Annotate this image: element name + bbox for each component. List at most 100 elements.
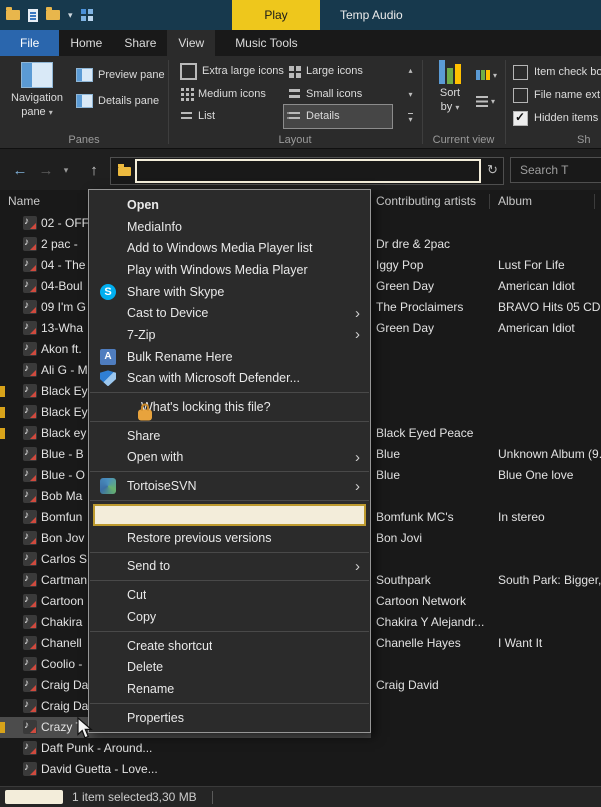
gallery-down-button[interactable]: ▾ xyxy=(403,84,418,104)
ribbon-group-current-view: Sortby ▾ ▾ ▾ Current view xyxy=(422,56,505,148)
details-pane-label: Details pane xyxy=(98,95,159,107)
gallery-more-button[interactable]: ▾ xyxy=(403,108,418,128)
row-marker xyxy=(0,407,5,418)
layout-gallery-scroll: ▴ ▾ ▾ xyxy=(403,60,418,128)
tab-file[interactable]: File xyxy=(0,30,59,56)
menu-item-what-s-locking-this-file[interactable]: What's locking this file? xyxy=(89,396,370,418)
checkbox-hidden-items[interactable]: Hidden items xyxy=(513,110,598,126)
properties-icon[interactable] xyxy=(28,9,38,22)
column-header-contributing-artists[interactable]: Contributing artists xyxy=(376,194,476,208)
chevron-down-icon: ▾ xyxy=(491,97,495,106)
menu-item-properties[interactable]: Properties xyxy=(89,707,370,729)
music-file-icon: ♪ xyxy=(23,342,37,356)
tab-music-tools[interactable]: Music Tools xyxy=(223,30,309,56)
menu-separator xyxy=(90,421,369,422)
qat-customize-chevron-icon[interactable]: ▾ xyxy=(68,10,73,21)
menu-item-7-zip[interactable]: 7-Zip› xyxy=(89,324,370,346)
column-divider[interactable] xyxy=(489,194,490,209)
add-columns-button[interactable]: ▾ xyxy=(476,90,503,112)
ribbon-group-label: Panes xyxy=(0,134,168,146)
recent-locations-dropdown[interactable]: ▾ xyxy=(58,149,74,191)
play-contextual-tab-header[interactable]: Play xyxy=(232,0,320,30)
menu-item-label: Restore previous versions xyxy=(127,531,272,545)
preview-pane-label: Preview pane xyxy=(98,69,165,81)
layout-option-medium-icons[interactable]: Medium icons xyxy=(176,83,284,106)
qat-grid-icon[interactable] xyxy=(81,9,93,21)
layout-option-large-icons[interactable]: Large icons xyxy=(284,60,392,83)
layout-option-label: Extra large icons xyxy=(202,65,284,77)
checkbox-box[interactable] xyxy=(513,65,528,80)
explorer-folder-icon[interactable] xyxy=(6,10,20,20)
search-box[interactable]: Search T xyxy=(510,157,601,183)
music-file-icon: ♪ xyxy=(23,321,37,335)
music-file-icon: ♪ xyxy=(23,699,37,713)
menu-item-label: Share xyxy=(127,429,160,443)
contributing-artists: Black Eyed Peace xyxy=(376,426,494,440)
file-row-daft-punk-around[interactable]: ♪Daft Punk - Around... xyxy=(0,738,601,759)
column-header-album[interactable]: Album xyxy=(498,194,532,208)
selection-size: 3,30 MB xyxy=(152,790,197,804)
music-file-icon: ♪ xyxy=(23,678,37,692)
gallery-up-button[interactable]: ▴ xyxy=(403,60,418,80)
menu-item-open[interactable]: Open xyxy=(89,194,370,216)
layout-option-extra-large-icons[interactable]: Extra large icons xyxy=(176,60,284,83)
menu-item-mediainfo[interactable]: MediaInfo xyxy=(89,216,370,238)
menu-item-share-with-skype[interactable]: SShare with Skype xyxy=(89,281,370,303)
tab-view[interactable]: View xyxy=(167,30,215,56)
menu-item-label: Scan with Microsoft Defender... xyxy=(127,371,300,385)
file-row-david-guetta-love[interactable]: ♪David Guetta - Love... xyxy=(0,759,601,780)
contributing-artists: Southpark xyxy=(376,573,494,587)
column-header-name[interactable]: Name xyxy=(8,194,40,208)
layout-option-small-icons[interactable]: Small icons xyxy=(284,83,392,106)
back-button[interactable]: ← xyxy=(8,149,32,191)
music-file-icon: ♪ xyxy=(23,447,37,461)
menu-item-cast-to-device[interactable]: Cast to Device› xyxy=(89,302,370,324)
navigation-pane-button[interactable]: Navigationpane ▾ xyxy=(8,60,66,126)
sort-by-button[interactable]: Sortby ▾ xyxy=(428,60,472,126)
forward-button[interactable]: → xyxy=(34,149,58,191)
layout-option-list[interactable]: List xyxy=(176,105,284,128)
checkbox-label: File name ext xyxy=(534,89,600,101)
menu-item-delete[interactable]: Delete xyxy=(89,656,370,678)
music-file-icon: ♪ xyxy=(23,300,37,314)
chevron-down-icon: ▾ xyxy=(455,103,459,112)
menu-item-play-with-windows-media-player[interactable]: Play with Windows Media Player xyxy=(89,259,370,281)
menu-item-create-shortcut[interactable]: Create shortcut xyxy=(89,635,370,657)
menu-item-copy[interactable]: Copy xyxy=(89,606,370,628)
album: Lust For Life xyxy=(498,258,601,272)
checkbox-file-name-ext[interactable]: File name ext xyxy=(513,87,600,103)
menu-item-rename[interactable]: Rename xyxy=(89,678,370,700)
menu-item-cut[interactable]: Cut xyxy=(89,584,370,606)
details-pane-button[interactable]: Details pane xyxy=(76,90,166,112)
menu-item-tortoisesvn[interactable]: TortoiseSVN› xyxy=(89,475,370,497)
chevron-down-icon: ▾ xyxy=(49,108,53,117)
menu-item-add-to-windows-media-player-list[interactable]: Add to Windows Media Player list xyxy=(89,237,370,259)
new-folder-icon[interactable] xyxy=(46,10,60,20)
music-file-icon: ♪ xyxy=(23,615,37,629)
checkbox-item-check-bo[interactable]: Item check bo xyxy=(513,64,601,80)
menu-item-bulk-rename-here[interactable]: ABulk Rename Here xyxy=(89,346,370,368)
menu-separator xyxy=(90,631,369,632)
group-by-button[interactable]: ▾ xyxy=(476,64,503,86)
menu-item-scan-with-microsoft-defender[interactable]: Scan with Microsoft Defender... xyxy=(89,368,370,390)
music-file-icon: ♪ xyxy=(23,237,37,251)
menu-item-open-with[interactable]: Open with› xyxy=(89,447,370,469)
album: Unknown Album (9.8 xyxy=(498,447,601,461)
checkbox-box[interactable] xyxy=(513,111,528,126)
refresh-button[interactable]: ↻ xyxy=(484,158,501,182)
layout-option-details[interactable]: Details xyxy=(284,105,392,128)
menu-item-send-to[interactable]: Send to› xyxy=(89,556,370,578)
defender-icon xyxy=(100,370,116,386)
tab-share[interactable]: Share xyxy=(113,30,167,56)
preview-pane-button[interactable]: Preview pane xyxy=(76,64,166,86)
layout-option-label: Large icons xyxy=(306,65,363,77)
column-divider[interactable] xyxy=(594,194,595,209)
menu-item-share[interactable]: Share xyxy=(89,425,370,447)
menu-item-restore-previous-versions[interactable]: Restore previous versions xyxy=(89,527,370,549)
address-bar[interactable]: ↻ xyxy=(110,157,504,185)
checkbox-box[interactable] xyxy=(513,88,528,103)
menu-item-redacted[interactable] xyxy=(93,504,366,526)
tab-home[interactable]: Home xyxy=(59,30,113,56)
music-file-icon: ♪ xyxy=(23,531,37,545)
up-button[interactable]: ↑ xyxy=(82,149,106,191)
